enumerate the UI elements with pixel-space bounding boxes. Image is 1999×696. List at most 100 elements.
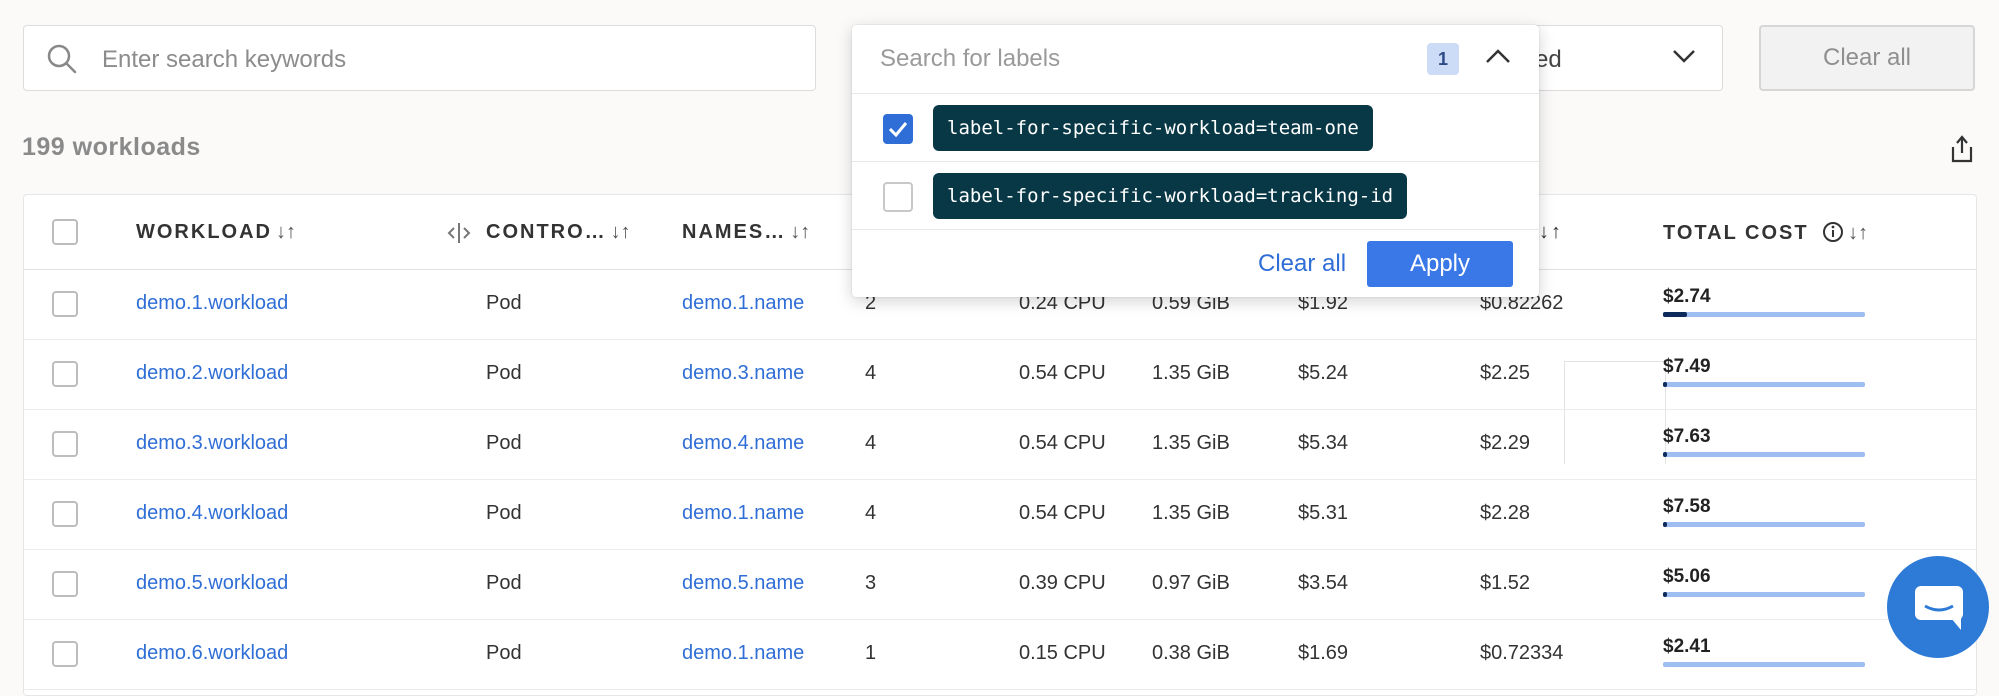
export-icon[interactable] <box>1948 134 1976 164</box>
memory-cell: 1.35 GiB <box>1152 502 1230 524</box>
cost-cell: $0.72334 <box>1480 642 1564 664</box>
column-workload[interactable]: WORKLOAD ↓↑ <box>136 221 296 244</box>
total-cost-bar <box>1663 662 1865 667</box>
sort-icon[interactable]: ↓↑ <box>611 221 631 243</box>
memory-cell: 0.97 GiB <box>1152 572 1230 594</box>
cpu-cell: 0.54 CPU <box>1019 502 1106 524</box>
total-cost-value: $5.06 <box>1663 566 1711 587</box>
label-chip: label-for-specific-workload=team-one <box>933 105 1373 151</box>
cost-cell: $1.52 <box>1480 572 1531 594</box>
controller-cell: Pod <box>486 362 522 384</box>
sort-icon[interactable]: ↓↑ <box>1848 222 1868 244</box>
namespace-link[interactable]: demo.4.name <box>682 432 834 455</box>
workload-link[interactable]: demo.4.workload <box>136 502 288 525</box>
workload-link[interactable]: demo.1.workload <box>136 292 288 315</box>
row-checkbox[interactable] <box>52 571 78 597</box>
total-cost-bar-fill <box>1663 452 1668 457</box>
table-row[interactable]: demo.4.workload Pod demo.1.name 4 0.54 C… <box>24 480 1976 550</box>
filter-select[interactable]: ed <box>1535 25 1723 91</box>
cost-cell: $3.54 <box>1298 572 1349 594</box>
chevron-down-icon <box>1673 50 1695 63</box>
column-namespace[interactable]: NAMES… ↓↑ <box>682 221 810 244</box>
column-workload-label: WORKLOAD <box>136 221 272 243</box>
total-cost-bar <box>1663 592 1865 597</box>
namespace-link[interactable]: demo.1.name <box>682 642 834 665</box>
search-box[interactable]: Enter search keywords <box>23 25 816 91</box>
pods-cell: 1 <box>865 642 877 664</box>
memory-cell: 0.38 GiB <box>1152 642 1230 664</box>
cpu-cell: 0.54 CPU <box>1019 362 1106 384</box>
row-checkbox[interactable] <box>52 501 78 527</box>
select-all-checkbox[interactable] <box>52 219 78 245</box>
search-input[interactable]: Enter search keywords <box>102 46 346 74</box>
namespace-link[interactable]: demo.1.name <box>682 292 834 315</box>
workload-count: 199 workloads <box>22 133 201 161</box>
controller-cell: Pod <box>486 432 522 454</box>
column-total-cost-label: TOTAL COST <box>1663 222 1809 244</box>
table-row[interactable]: demo.6.workload Pod demo.1.name 1 0.15 C… <box>24 620 1976 690</box>
row-checkbox[interactable] <box>52 641 78 667</box>
row-checkbox[interactable] <box>52 431 78 457</box>
info-icon[interactable] <box>1822 221 1844 243</box>
total-cost-bar <box>1663 312 1865 317</box>
cost-cell: $5.24 <box>1298 362 1349 384</box>
cpu-cell: 0.39 CPU <box>1019 572 1106 594</box>
total-cost-bar-fill <box>1663 522 1668 527</box>
total-cost-bar-fill <box>1663 312 1688 317</box>
memory-cell: 1.35 GiB <box>1152 432 1230 454</box>
pods-cell: 4 <box>865 502 877 524</box>
search-icon <box>47 44 77 74</box>
total-cost-value: $2.74 <box>1663 286 1711 307</box>
workload-link[interactable]: demo.6.workload <box>136 642 288 665</box>
column-resize-icon[interactable] <box>446 221 472 245</box>
label-option-checkbox[interactable] <box>883 182 913 212</box>
sort-icon[interactable]: ↓↑ <box>276 221 296 243</box>
chevron-up-icon[interactable] <box>1485 47 1511 65</box>
column-total-cost[interactable]: TOTAL COST ↓↑ <box>1663 221 1868 245</box>
chat-icon <box>1915 586 1963 630</box>
cost-cell: $2.28 <box>1480 502 1531 524</box>
total-cost-value: $2.41 <box>1663 636 1711 657</box>
total-cost-value: $7.58 <box>1663 496 1711 517</box>
cpu-cell: 0.15 CPU <box>1019 642 1106 664</box>
cost-cell: $5.34 <box>1298 432 1349 454</box>
namespace-link[interactable]: demo.3.name <box>682 362 834 385</box>
label-chip: label-for-specific-workload=tracking-id <box>933 173 1408 219</box>
label-option[interactable]: label-for-specific-workload=tracking-id <box>852 161 1539 230</box>
sort-icon[interactable]: ↓↑ <box>790 221 810 243</box>
dropdown-clear-all-button[interactable]: Clear all <box>1258 250 1346 278</box>
label-option-checkbox[interactable] <box>883 114 913 144</box>
total-cost-bar <box>1663 452 1865 457</box>
label-option[interactable]: label-for-specific-workload=team-one <box>852 93 1539 162</box>
row-checkbox[interactable] <box>52 291 78 317</box>
controller-cell: Pod <box>486 502 522 524</box>
label-search-input[interactable]: Search for labels <box>880 45 1060 73</box>
namespace-link[interactable]: demo.5.name <box>682 572 834 595</box>
cost-cell: $2.29 <box>1480 432 1531 454</box>
memory-cell: 1.35 GiB <box>1152 362 1230 384</box>
dropdown-footer: Clear all Apply <box>852 229 1539 298</box>
apply-button[interactable]: Apply <box>1367 241 1513 287</box>
total-cost-bar <box>1663 522 1865 527</box>
column-controller[interactable]: CONTRO… ↓↑ <box>486 221 631 244</box>
namespace-link[interactable]: demo.1.name <box>682 502 834 525</box>
workload-link[interactable]: demo.3.workload <box>136 432 288 455</box>
total-cost-bar-fill <box>1663 592 1668 597</box>
cpu-cell: 0.54 CPU <box>1019 432 1106 454</box>
pods-cell: 4 <box>865 432 877 454</box>
row-checkbox[interactable] <box>52 361 78 387</box>
workload-link[interactable]: demo.5.workload <box>136 572 288 595</box>
table-row[interactable]: demo.5.workload Pod demo.5.name 3 0.39 C… <box>24 550 1976 620</box>
workload-link[interactable]: demo.2.workload <box>136 362 288 385</box>
pods-cell: 4 <box>865 362 877 384</box>
filter-select-value: ed <box>1535 46 1562 73</box>
cost-cell: $2.25 <box>1480 362 1531 384</box>
table-row[interactable]: demo.2.workload Pod demo.3.name 4 0.54 C… <box>24 340 1976 410</box>
column-controller-label: CONTRO… <box>486 221 607 243</box>
controller-cell: Pod <box>486 292 522 314</box>
clear-all-button[interactable]: Clear all <box>1759 25 1975 91</box>
sort-icon[interactable]: ↓↑ <box>1539 221 1563 244</box>
table-row[interactable]: demo.3.workload Pod demo.4.name 4 0.54 C… <box>24 410 1976 480</box>
chat-launcher-button[interactable] <box>1887 556 1989 658</box>
label-filter-dropdown: Search for labels 1 label-for-specific-w… <box>852 25 1539 297</box>
